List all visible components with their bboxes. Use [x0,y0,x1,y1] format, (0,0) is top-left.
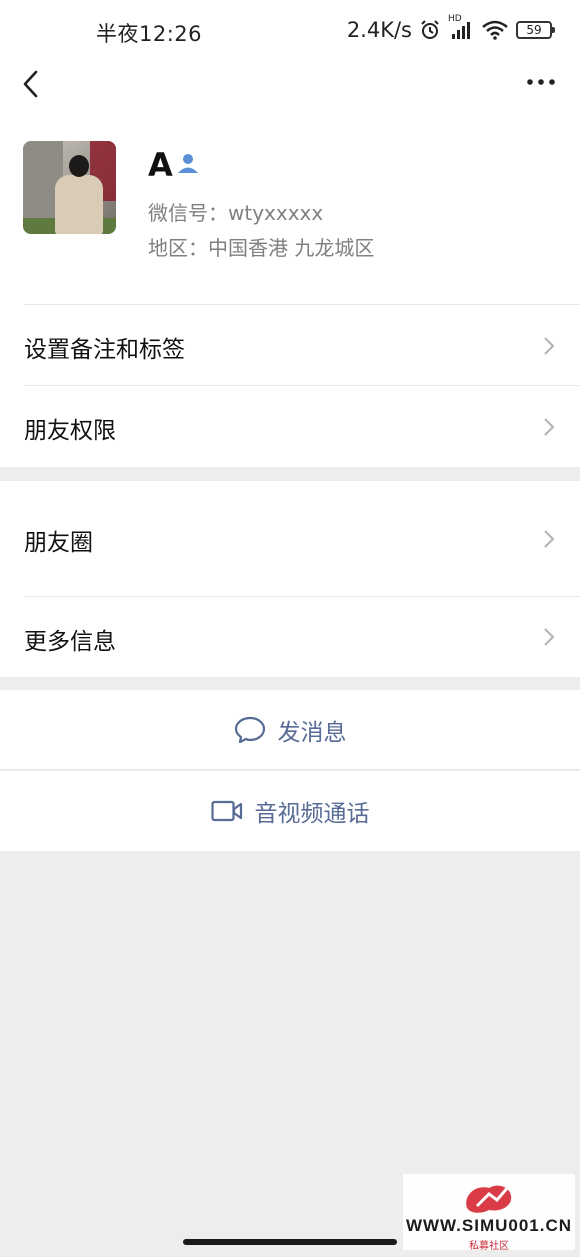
status-indicators: 2.4K/s HD 59 [346,14,555,42]
chevron-right-icon [544,418,555,436]
row-label: 朋友圈 [24,530,93,556]
av-call-label: 音视频通话 [254,801,370,827]
watermark-sub: 私募社区 [469,1241,509,1252]
send-message-button[interactable]: 发消息 [0,690,580,770]
row-friend-permissions[interactable]: 朋友权限 [0,386,580,467]
signal-icon: HD [448,14,474,40]
watermark: WWW.SIMU001.CN 私募社区 [403,1174,575,1252]
watermark-logo-icon [466,1182,513,1213]
row-more-info[interactable]: 更多信息 [0,597,580,677]
status-bar: 半夜12:26 2.4K/s HD 59 [0,0,580,64]
row-label: 设置备注和标签 [24,337,185,363]
person-icon [178,154,198,173]
region: 地区：中国香港 九龙城区 [148,236,375,260]
watermark-site: WWW.SIMU001.CN [405,1216,573,1235]
profile-name: A [148,146,173,184]
chat-bubble-icon [234,716,265,744]
wifi-icon [482,20,508,40]
home-indicator[interactable] [183,1239,397,1245]
av-call-button[interactable]: 音视频通话 [0,771,580,851]
chevron-right-icon [544,337,555,355]
chevron-right-icon [544,628,555,646]
row-label: 朋友权限 [24,418,116,444]
divider [0,769,580,770]
net-speed: 2.4K/s [346,18,412,42]
nav-bar [0,64,580,104]
battery-icon: 59 [516,21,555,39]
row-label: 更多信息 [24,629,116,655]
more-icon[interactable] [526,72,556,92]
alarm-icon [421,20,439,39]
profile-header: A 微信号：wtyxxxxx 地区：中国香港 九龙城区 [0,104,580,304]
chevron-right-icon [544,530,555,548]
status-time: 半夜12:26 [96,22,203,46]
video-camera-icon [210,800,242,822]
back-icon[interactable] [16,68,46,100]
avatar[interactable] [23,141,116,234]
row-moments[interactable]: 朋友圈 [0,481,580,597]
send-message-label: 发消息 [277,720,347,746]
row-remark-tags[interactable]: 设置备注和标签 [0,305,580,386]
wechat-id: 微信号：wtyxxxxx [148,201,324,225]
